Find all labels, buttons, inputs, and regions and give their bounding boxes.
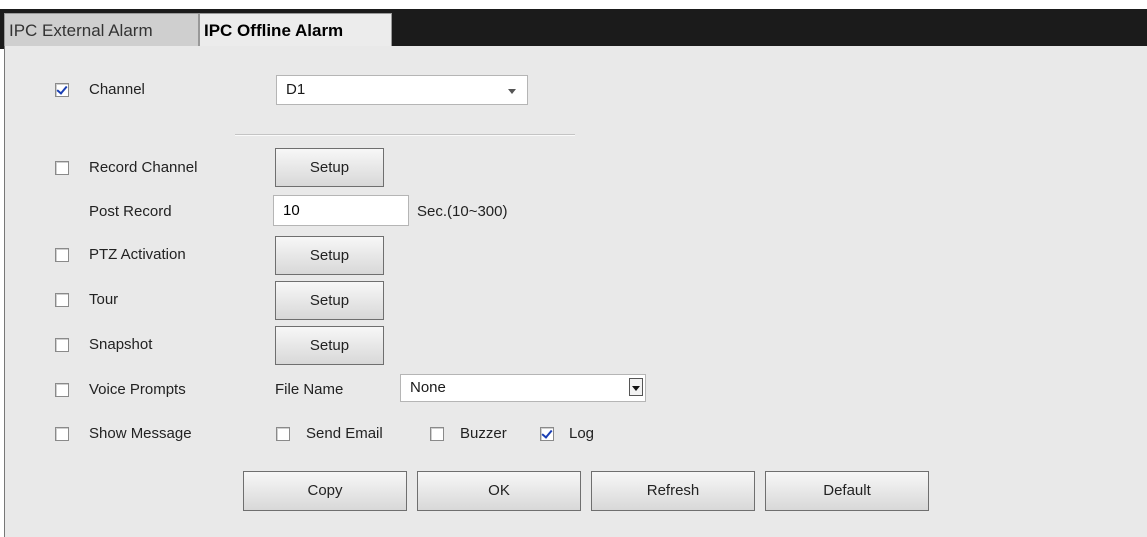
snapshot-setup-button[interactable]: Setup bbox=[275, 326, 384, 365]
settings-panel: Channel D1 Record Channel Setup Post Rec… bbox=[4, 46, 1147, 537]
ptz-activation-setup-button[interactable]: Setup bbox=[275, 236, 384, 275]
divider bbox=[235, 134, 575, 136]
tab-ipc-external-alarm[interactable]: IPC External Alarm bbox=[4, 13, 199, 46]
snapshot-checkbox[interactable] bbox=[55, 338, 69, 352]
log-label: Log bbox=[569, 425, 595, 442]
copy-button[interactable]: Copy bbox=[243, 471, 407, 511]
buzzer-checkbox[interactable] bbox=[430, 427, 444, 441]
show-message-label: Show Message bbox=[89, 425, 192, 442]
voice-prompts-checkbox[interactable] bbox=[55, 383, 69, 397]
file-name-select[interactable]: None bbox=[400, 374, 646, 402]
channel-label: Channel bbox=[89, 81, 145, 98]
ptz-activation-checkbox[interactable] bbox=[55, 248, 69, 262]
file-name-select-value: None bbox=[410, 379, 446, 396]
refresh-button[interactable]: Refresh bbox=[591, 471, 755, 511]
file-name-label: File Name bbox=[275, 381, 344, 398]
record-channel-checkbox[interactable] bbox=[55, 161, 69, 175]
default-button[interactable]: Default bbox=[765, 471, 929, 511]
channel-select[interactable]: D1 bbox=[276, 75, 528, 105]
send-email-checkbox[interactable] bbox=[276, 427, 290, 441]
voice-prompts-label: Voice Prompts bbox=[89, 381, 186, 398]
post-record-label: Post Record bbox=[89, 203, 172, 220]
record-channel-setup-button[interactable]: Setup bbox=[275, 148, 384, 187]
record-channel-label: Record Channel bbox=[89, 159, 198, 176]
tour-label: Tour bbox=[89, 291, 119, 308]
show-message-checkbox[interactable] bbox=[55, 427, 69, 441]
log-checkbox[interactable] bbox=[540, 427, 554, 441]
chevron-down-icon bbox=[629, 378, 643, 396]
post-record-input[interactable] bbox=[273, 195, 409, 226]
tour-checkbox[interactable] bbox=[55, 293, 69, 307]
tour-setup-button[interactable]: Setup bbox=[275, 281, 384, 320]
chevron-down-icon bbox=[503, 76, 521, 104]
channel-select-value: D1 bbox=[286, 81, 306, 98]
send-email-label: Send Email bbox=[306, 425, 383, 442]
ok-button[interactable]: OK bbox=[417, 471, 581, 511]
buzzer-label: Buzzer bbox=[460, 425, 507, 442]
ptz-activation-label: PTZ Activation bbox=[89, 246, 186, 263]
snapshot-label: Snapshot bbox=[89, 336, 153, 353]
tab-ipc-offline-alarm[interactable]: IPC Offline Alarm bbox=[199, 13, 392, 46]
channel-checkbox[interactable] bbox=[55, 83, 69, 97]
post-record-unit: Sec.(10~300) bbox=[417, 203, 508, 220]
